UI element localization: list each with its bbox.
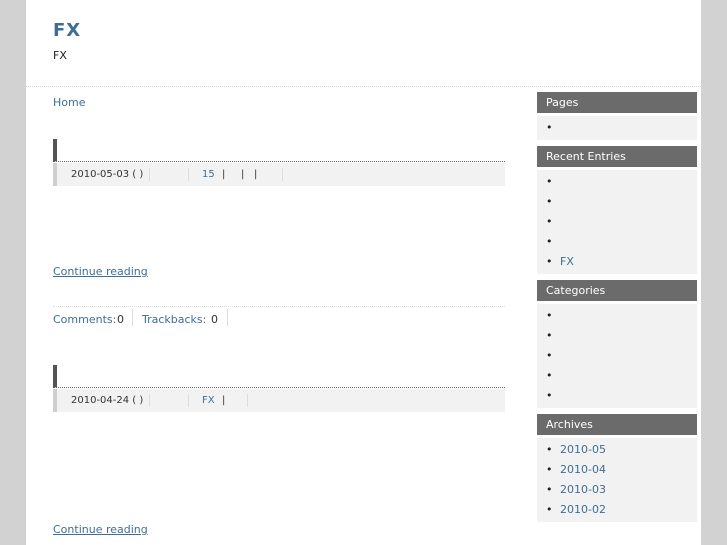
comments-link[interactable]: Comments: <box>53 313 116 326</box>
bullet-icon: • <box>546 215 553 228</box>
widget-title-pages: Pages <box>537 92 697 113</box>
list-item[interactable]: • <box>546 212 697 232</box>
bullet-icon: • <box>546 175 553 188</box>
meta-divider <box>149 394 150 407</box>
blog-entry: 2010-05-03 ( ) 15 | | | Continue reading <box>53 139 505 289</box>
comments-count: 0 <box>117 313 124 326</box>
categories-list: • • • • • <box>537 306 697 406</box>
entry-meta: 2010-05-03 ( ) 15 | | | <box>53 163 505 186</box>
widget-title-archives: Archives <box>537 414 697 435</box>
meta-divider <box>247 394 248 407</box>
widget-body: • <box>537 116 697 140</box>
site-description: FX <box>53 49 67 62</box>
bullet-icon: • <box>546 463 553 476</box>
sidebar: Pages • Recent Entries • • • • • FX Categ… <box>537 92 697 528</box>
entry-category-link[interactable]: FX <box>202 395 215 406</box>
pages-widget: Pages • <box>537 92 697 140</box>
entry-date: 2010-04-24 ( ) <box>71 395 144 406</box>
list-item[interactable]: • FX <box>546 252 697 272</box>
list-item[interactable]: • 2010-03 <box>546 480 697 500</box>
entry-title[interactable] <box>53 365 505 388</box>
list-item[interactable]: • 2010-02 <box>546 500 697 520</box>
archive-link[interactable]: 2010-05 <box>560 443 606 456</box>
bullet-icon: • <box>546 309 553 322</box>
bullet-icon: • <box>546 329 553 342</box>
archive-link[interactable]: 2010-03 <box>560 483 606 496</box>
list-item[interactable]: • <box>546 386 697 406</box>
bullet-icon: • <box>546 503 553 516</box>
continue-reading-link[interactable]: Continue reading <box>53 265 148 278</box>
bullet-icon: • <box>546 235 553 248</box>
entry-meta: 2010-04-24 ( ) FX | <box>53 389 505 412</box>
feedback-divider <box>132 309 133 326</box>
page-container: FX FX Home 2010-05-03 ( ) 15 | | | Conti… <box>26 0 701 545</box>
widget-title-categories: Categories <box>537 280 697 301</box>
bullet-icon: • <box>546 121 553 134</box>
site-header: FX FX <box>26 0 701 87</box>
list-item[interactable]: • <box>546 306 697 326</box>
recent-entries-list: • • • • • FX <box>537 172 697 272</box>
list-item[interactable]: • <box>546 346 697 366</box>
list-item[interactable]: • <box>546 232 697 252</box>
meta-separator: | <box>222 169 226 180</box>
feedback-divider <box>227 309 228 326</box>
breadcrumb-home-link[interactable]: Home <box>53 96 85 109</box>
bullet-icon: • <box>546 195 553 208</box>
list-item[interactable]: • <box>546 366 697 386</box>
continue-reading-link[interactable]: Continue reading <box>53 523 148 536</box>
meta-divider <box>149 168 150 181</box>
archives-widget: Archives • 2010-05 • 2010-04 • 2010-03 • 201… <box>537 414 697 522</box>
bullet-icon: • <box>546 369 553 382</box>
trackbacks-count: 0 <box>211 313 218 326</box>
meta-divider <box>188 168 189 181</box>
trackbacks-link[interactable]: Trackbacks: <box>142 313 206 326</box>
meta-separator: | <box>254 169 258 180</box>
blog-entry: 2010-04-24 ( ) FX | Continue reading <box>53 365 505 545</box>
bullet-icon: • <box>546 443 553 456</box>
bullet-icon: • <box>546 255 553 268</box>
list-item[interactable]: • <box>546 118 697 138</box>
entry-date: 2010-05-03 ( ) <box>71 169 144 180</box>
list-item[interactable]: • <box>546 192 697 212</box>
archives-list: • 2010-05 • 2010-04 • 2010-03 • 2010-02 <box>537 440 697 520</box>
entry-category-link[interactable]: 15 <box>202 169 215 180</box>
list-item[interactable]: • 2010-05 <box>546 440 697 460</box>
categories-widget: Categories • • • • • <box>537 280 697 408</box>
bullet-icon: • <box>546 483 553 496</box>
recent-entry-link[interactable]: FX <box>560 255 574 268</box>
widget-body: • 2010-05 • 2010-04 • 2010-03 • 2010-02 <box>537 438 697 522</box>
bullet-icon: • <box>546 349 553 362</box>
archive-link[interactable]: 2010-02 <box>560 503 606 516</box>
list-item[interactable]: • 2010-04 <box>546 460 697 480</box>
list-item[interactable]: • <box>546 326 697 346</box>
meta-separator: | <box>222 395 226 406</box>
widget-title-recent-entries: Recent Entries <box>537 146 697 167</box>
recent-entries-widget: Recent Entries • • • • • FX <box>537 146 697 274</box>
meta-separator: | <box>241 169 245 180</box>
bullet-icon: • <box>546 389 553 402</box>
entry-feedback-bar: Comments: 0 Trackbacks: 0 <box>53 306 505 327</box>
site-title-link[interactable]: FX <box>53 20 81 41</box>
pages-list: • <box>537 118 697 138</box>
widget-body: • • • • • FX <box>537 170 697 274</box>
meta-divider <box>282 168 283 181</box>
meta-divider <box>188 394 189 407</box>
list-item[interactable]: • <box>546 172 697 192</box>
entry-title[interactable] <box>53 139 505 162</box>
archive-link[interactable]: 2010-04 <box>560 463 606 476</box>
widget-body: • • • • • <box>537 304 697 408</box>
